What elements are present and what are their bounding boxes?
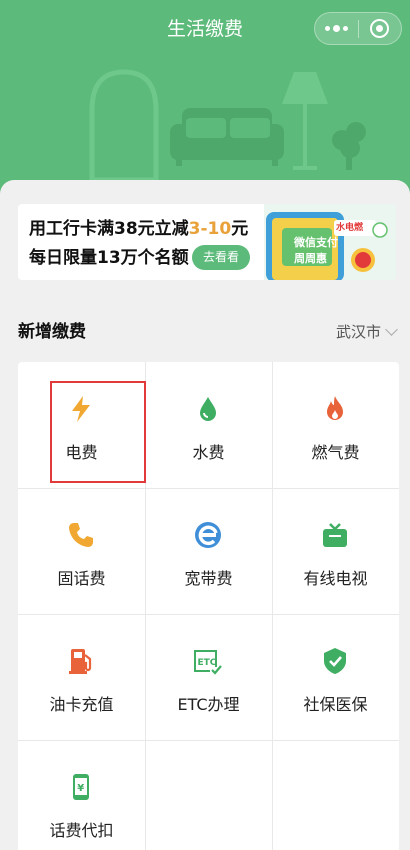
service-label: ETC办理 (177, 695, 240, 714)
selection-highlight (50, 381, 146, 483)
promo-art-line-1: 微信支付 (294, 236, 338, 249)
service-water[interactable]: 水费 (145, 362, 272, 488)
service-label: 燃气费 (311, 443, 360, 462)
shield-check-icon (324, 648, 346, 674)
promo-art-line-2: 周周惠 (294, 252, 327, 265)
etc-icon: ETC (194, 650, 222, 675)
service-grid: 电费 水费 燃气费 固话费 宽带费 有线电视 油卡充值 ETC ETC办理 社保… (18, 362, 399, 850)
mobile-yuan-icon: ¥ (73, 774, 89, 800)
service-landline[interactable]: 固话费 (18, 488, 145, 614)
promo-banner[interactable]: 用工行卡满38元立减3-10元 每日限量13万个名额 去看看 微信支付 周周惠 … (18, 204, 396, 280)
service-label: 话费代扣 (49, 821, 114, 840)
service-label: 油卡充值 (49, 695, 114, 714)
chevron-down-icon (385, 323, 398, 336)
svg-text:¥: ¥ (77, 783, 84, 794)
service-label: 宽带费 (184, 569, 233, 588)
broadband-e-icon (195, 522, 221, 548)
more-dots-icon (324, 25, 348, 32)
promo-art-badge: 水电燃 (336, 223, 364, 233)
target-close-icon (370, 19, 390, 38)
service-etc[interactable]: ETC ETC办理 (145, 614, 272, 740)
service-label: 固话费 (57, 569, 106, 588)
service-label: 社保医保 (303, 695, 368, 714)
promo-go-button[interactable]: 去看看 (192, 245, 250, 270)
promo-line-2: 每日限量13万个名额 (29, 248, 189, 268)
section-title: 新增缴费 (18, 322, 86, 342)
promo-art: 微信支付 周周惠 水电燃 (264, 204, 396, 280)
fuel-pump-icon (69, 649, 92, 674)
service-cable-tv[interactable]: 有线电视 (272, 488, 399, 614)
more-button[interactable] (315, 13, 358, 44)
mini-program-capsule (314, 12, 402, 45)
service-fuel-card[interactable]: 油卡充值 (18, 614, 145, 740)
service-label: 有线电视 (303, 569, 368, 588)
service-phone-autopay[interactable]: ¥ 话费代扣 (18, 740, 145, 850)
service-label: 水费 (192, 443, 225, 462)
phone-icon (69, 523, 93, 547)
service-electricity[interactable]: 电费 (18, 362, 146, 488)
city-label: 武汉市 (335, 323, 381, 341)
water-drop-icon (200, 397, 216, 421)
svg-text:ETC: ETC (198, 658, 217, 668)
flame-icon (327, 396, 343, 420)
close-button[interactable] (359, 13, 402, 44)
service-gas[interactable]: 燃气费 (272, 362, 399, 488)
tv-icon (323, 523, 347, 547)
city-selector[interactable]: 武汉市 (335, 320, 398, 344)
promo-line-1: 用工行卡满38元立减3-10元 (29, 219, 249, 239)
service-social-insurance[interactable]: 社保医保 (272, 614, 399, 740)
service-broadband[interactable]: 宽带费 (145, 488, 272, 614)
